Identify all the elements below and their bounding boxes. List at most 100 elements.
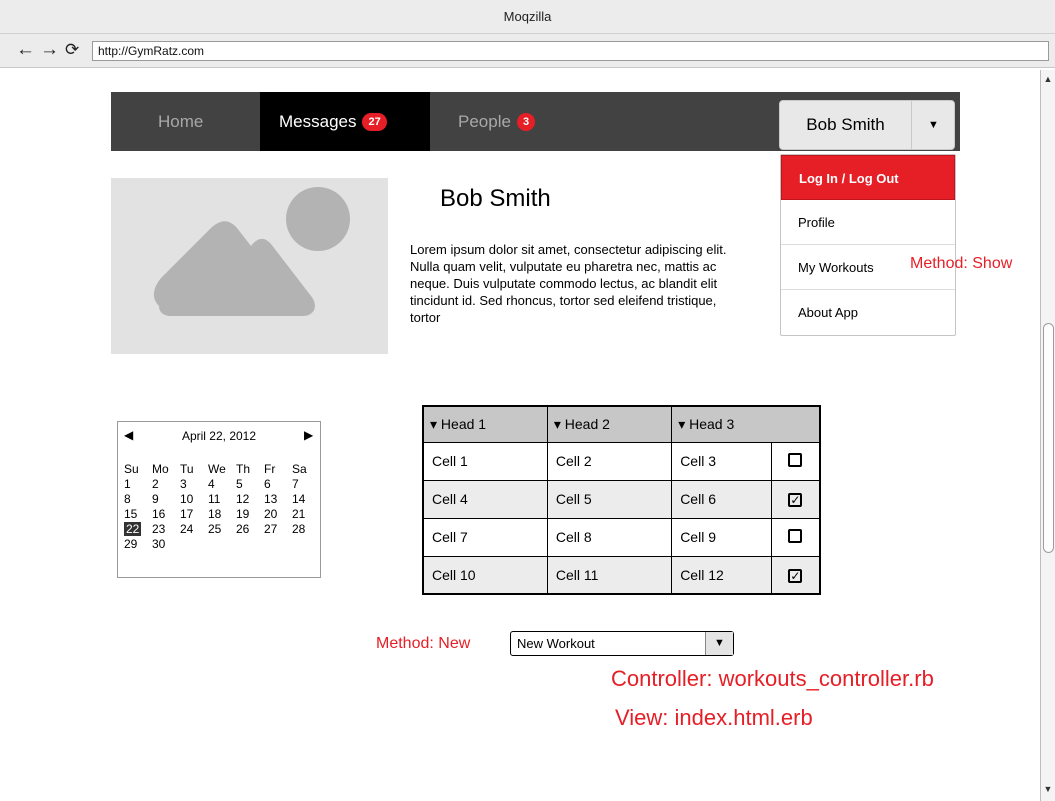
column-header[interactable]: ▾ Head 2 bbox=[546, 405, 673, 443]
calendar-day[interactable]: 19 bbox=[234, 506, 262, 521]
calendar-day[interactable]: 18 bbox=[206, 506, 234, 521]
column-header[interactable]: ▾ Head 3 bbox=[671, 405, 772, 443]
calendar-day[interactable]: 25 bbox=[206, 521, 234, 536]
chevron-down-icon[interactable]: ▼ bbox=[912, 101, 955, 149]
table-cell: Cell 7 bbox=[422, 517, 548, 557]
calendar-day[interactable]: 8 bbox=[122, 491, 150, 506]
column-header[interactable]: ▾ Head 1 bbox=[422, 405, 548, 443]
row-checkbox[interactable] bbox=[788, 528, 803, 543]
calendar-day[interactable]: 16 bbox=[150, 506, 178, 521]
calendar-day[interactable]: 21 bbox=[290, 506, 318, 521]
calendar-day[interactable]: 10 bbox=[178, 491, 206, 506]
calendar-day[interactable]: 5 bbox=[234, 476, 262, 491]
scroll-up-icon[interactable]: ▲ bbox=[1041, 72, 1055, 86]
row-checkbox-checked[interactable]: ✓ bbox=[788, 493, 803, 507]
menu-item-profile[interactable]: Profile bbox=[781, 200, 955, 245]
calendar-day[interactable]: 23 bbox=[150, 521, 178, 536]
row-checkbox-checked[interactable]: ✓ bbox=[788, 568, 803, 583]
calendar-day[interactable]: 7 bbox=[290, 476, 318, 491]
calendar-week-row: 1 2 3 4 5 6 7 bbox=[122, 476, 318, 491]
workout-select-value: New Workout bbox=[517, 636, 595, 651]
nav-home[interactable]: Home bbox=[158, 92, 203, 151]
calendar-day[interactable]: 6 bbox=[262, 476, 290, 491]
calendar-day[interactable]: 3 bbox=[178, 476, 206, 491]
user-dropdown-menu: Log In / Log Out Profile My Workouts Abo… bbox=[780, 154, 956, 336]
annotation-controller: Controller: workouts_controller.rb bbox=[611, 666, 934, 691]
calendar-day[interactable]: 27 bbox=[262, 521, 290, 536]
table-cell: Cell 11 bbox=[546, 555, 673, 595]
workout-select[interactable]: New Workout ▼ bbox=[510, 631, 734, 656]
scroll-down-icon[interactable]: ▼ bbox=[1041, 782, 1055, 796]
calendar-day[interactable]: 17 bbox=[178, 506, 206, 521]
menu-item-login-logout[interactable]: Log In / Log Out bbox=[781, 155, 955, 200]
calendar-day[interactable]: 30 bbox=[150, 536, 178, 551]
calendar-week-row: 15 16 17 18 19 20 21 bbox=[122, 506, 318, 521]
weekday-label: Fr bbox=[264, 461, 276, 476]
calendar-next-icon[interactable]: ▶ bbox=[304, 428, 313, 442]
reload-icon[interactable]: ⟳ bbox=[65, 40, 79, 60]
user-menu-button[interactable]: Bob Smith ▼ bbox=[779, 100, 955, 150]
nav-messages-label: Messages bbox=[279, 112, 357, 131]
table-cell-checkbox: ✓ bbox=[770, 479, 821, 519]
table-cell: Cell 5 bbox=[546, 479, 673, 519]
window-title: Moqzilla bbox=[503, 9, 552, 24]
user-name-label: Bob Smith bbox=[806, 115, 885, 134]
calendar-day[interactable]: 12 bbox=[234, 491, 262, 506]
calendar-day[interactable]: 24 bbox=[178, 521, 206, 536]
row-checkbox[interactable] bbox=[788, 452, 803, 467]
weekday-label: Mo bbox=[152, 461, 169, 476]
profile-bio: Lorem ipsum dolor sit amet, consectetur … bbox=[410, 242, 727, 325]
table-cell: Cell 1 bbox=[422, 441, 548, 481]
calendar-day[interactable]: 2 bbox=[150, 476, 178, 491]
nav-messages[interactable]: Messages 27 bbox=[260, 92, 430, 151]
table-cell: Cell 2 bbox=[546, 441, 673, 481]
table-row: Cell 4 Cell 5 Cell 6 ✓ bbox=[422, 479, 821, 519]
annotation-method-show: Method: Show bbox=[910, 255, 1013, 272]
weekday-label: Sa bbox=[292, 461, 307, 476]
calendar-day bbox=[234, 536, 262, 551]
nav-home-label: Home bbox=[158, 112, 204, 131]
calendar-day[interactable]: 11 bbox=[206, 491, 234, 506]
nav-people-label: People bbox=[458, 112, 511, 131]
menu-item-about-app[interactable]: About App bbox=[781, 290, 955, 335]
calendar-grid: Su Mo Tu We Th Fr Sa 1 2 3 4 5 6 7 8 9 1… bbox=[122, 461, 318, 551]
calendar-day[interactable]: 14 bbox=[290, 491, 318, 506]
chevron-down-icon[interactable]: ▼ bbox=[705, 632, 733, 655]
calendar-day[interactable]: 9 bbox=[150, 491, 178, 506]
calendar-week-row: 29 30 bbox=[122, 536, 318, 551]
calendar-day[interactable]: 4 bbox=[206, 476, 234, 491]
calendar-day[interactable]: 1 bbox=[122, 476, 150, 491]
table-cell: Cell 9 bbox=[671, 517, 772, 557]
scroll-thumb[interactable] bbox=[1043, 323, 1054, 553]
table-cell: Cell 8 bbox=[546, 517, 673, 557]
column-header-empty bbox=[771, 405, 821, 443]
calendar-day[interactable]: 15 bbox=[122, 506, 150, 521]
calendar-day[interactable]: 20 bbox=[262, 506, 290, 521]
top-navbar: Home Messages 27 People 3 Bob Smith ▼ bbox=[111, 92, 960, 151]
calendar-day[interactable]: 13 bbox=[262, 491, 290, 506]
calendar-day bbox=[290, 536, 318, 551]
messages-count-badge: 27 bbox=[362, 113, 387, 131]
calendar-day[interactable]: 28 bbox=[290, 521, 318, 536]
date-calendar: ◀ April 22, 2012 ▶ Su Mo Tu We Th Fr Sa … bbox=[117, 421, 321, 578]
calendar-day bbox=[206, 536, 234, 551]
calendar-title: April 22, 2012 bbox=[181, 429, 257, 443]
calendar-day[interactable]: 26 bbox=[234, 521, 262, 536]
window-titlebar: Moqzilla bbox=[0, 0, 1055, 34]
table-cell: Cell 6 bbox=[671, 479, 772, 519]
forward-arrow-icon[interactable]: → bbox=[40, 40, 59, 60]
table-header-row: ▾ Head 1 ▾ Head 2 ▾ Head 3 bbox=[422, 405, 821, 443]
calendar-day[interactable]: 29 bbox=[122, 536, 150, 551]
calendar-weekday-row: Su Mo Tu We Th Fr Sa bbox=[122, 461, 318, 476]
table-cell: Cell 12 bbox=[671, 555, 772, 595]
calendar-day-selected[interactable]: 22 bbox=[122, 521, 150, 536]
table-row: Cell 7 Cell 8 Cell 9 bbox=[422, 517, 821, 557]
annotation-view: View: index.html.erb bbox=[615, 705, 813, 730]
vertical-scrollbar[interactable]: ▲ ▼ bbox=[1040, 70, 1055, 801]
nav-people[interactable]: People 3 bbox=[458, 92, 536, 151]
table-cell: Cell 4 bbox=[422, 479, 548, 519]
url-input[interactable]: http://GymRatz.com bbox=[92, 41, 1049, 61]
table-cell-checkbox bbox=[770, 517, 821, 557]
table-cell-checkbox bbox=[770, 441, 821, 481]
back-arrow-icon[interactable]: ← bbox=[16, 40, 35, 60]
